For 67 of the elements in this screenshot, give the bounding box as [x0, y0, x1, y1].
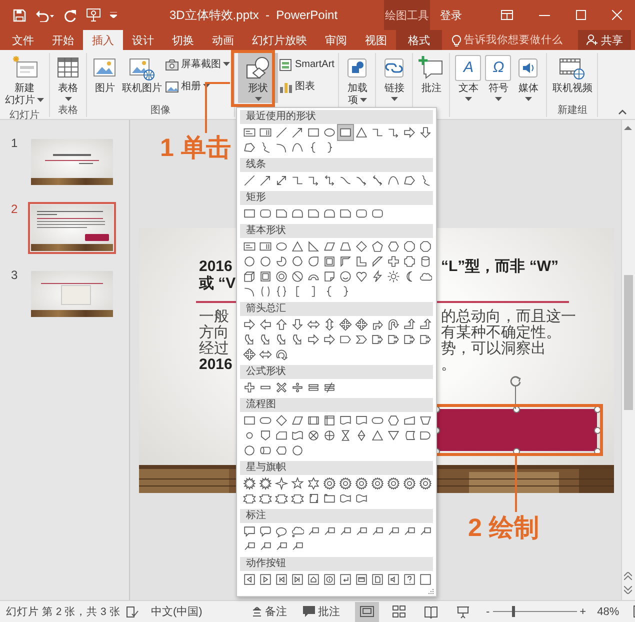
section-header: 基本形状 — [240, 224, 433, 238]
slide-body-text: 方向 — [199, 324, 229, 341]
slide-body-text: 有某种不确定性。 — [441, 324, 561, 341]
ribbon-tab[interactable]: 动画 — [203, 30, 243, 50]
shapes-button[interactable]: 形状 — [238, 53, 278, 103]
new-slide-button[interactable]: 新建 幻灯片 — [3, 53, 46, 109]
screenshot-button[interactable]: 屏幕截图 — [164, 57, 231, 73]
zoom-out-button[interactable]: - — [483, 606, 493, 618]
slide-count-text: 幻灯片 第 2 张，共 3 张 — [6, 604, 122, 618]
section-header: 星与旗帜 — [240, 461, 433, 475]
share-button[interactable]: 共享 — [578, 30, 631, 50]
slide-number: 2 — [10, 202, 19, 216]
link-button[interactable]: 链接 — [379, 53, 410, 103]
context-group-label: 绘图工具 — [384, 0, 430, 30]
zoom-percent-text[interactable]: 48% — [597, 606, 626, 618]
slide-title-text: “L”型，而非 “W” — [441, 258, 558, 275]
ribbon-tab[interactable]: 切换 — [163, 30, 203, 50]
tell-me-field[interactable]: 告诉我你想要做什么 — [452, 30, 570, 50]
section-header: 箭头总汇 — [240, 302, 433, 316]
ribbon-tab[interactable]: 文件 — [3, 30, 43, 50]
language-text[interactable]: 中文(中国) — [151, 604, 249, 619]
group-label: 表格 — [57, 104, 79, 117]
online-picture-button[interactable]: 联机图片 — [120, 53, 164, 97]
section-header: 流程图 — [240, 398, 433, 412]
group-label: 图像 — [150, 104, 172, 117]
section-header: 公式形状 — [240, 365, 433, 379]
online-video-button[interactable]: 联机视频 — [550, 53, 594, 97]
notes-button[interactable]: 备注 — [249, 604, 290, 619]
section-header: 矩形 — [240, 191, 433, 205]
section-header: 最近使用的形状 — [240, 110, 433, 124]
window-title: 3D立体特效.pptx - PowerPoint — [168, 6, 339, 24]
smartart-button[interactable]: SmartArt — [278, 57, 336, 73]
slide-number: 1 — [10, 136, 19, 150]
ribbon-tab[interactable]: 设计 — [123, 30, 163, 50]
picture-button[interactable]: 图片 — [90, 53, 120, 97]
group-label: 新建组 — [556, 104, 588, 117]
slide-body-text: 的总动向，而且这一 — [441, 308, 576, 325]
slide-number: 3 — [10, 268, 19, 282]
slide-body-text: 。 — [441, 356, 456, 373]
ribbon-tab[interactable]: 格式 — [396, 30, 442, 50]
section-header: 动作按钮 — [240, 557, 433, 571]
section-header: 线条 — [240, 158, 433, 172]
slide-body-text: 势，可以洞察出 — [441, 340, 546, 357]
symbol-button[interactable]: Ω 符号 — [483, 53, 514, 103]
text-button[interactable]: A 文本 — [453, 53, 484, 103]
ribbon-tab[interactable]: 幻灯片放映 — [243, 30, 316, 50]
slide-body-text: 经过 — [199, 340, 229, 357]
ribbon-tab[interactable]: 审阅 — [316, 30, 356, 50]
chart-button[interactable]: 图表 — [278, 79, 316, 95]
ribbon-tab[interactable]: 插入 — [83, 30, 123, 50]
step-label: 1 单击 — [160, 134, 231, 162]
slide-title-text: 2016 — [199, 258, 232, 275]
group-label: 幻灯片 — [8, 109, 40, 122]
ribbon-tab[interactable]: 开始 — [43, 30, 83, 50]
slide-body-text: 一般 — [199, 308, 229, 325]
slide-body-text: 2016 — [199, 356, 232, 373]
media-button[interactable]: 媒体 — [513, 53, 544, 103]
album-button[interactable]: 相册 — [164, 79, 211, 95]
section-header: 标注 — [240, 509, 433, 523]
step-label: 2 绘制 — [468, 514, 539, 542]
slide-title-text: 或 “V — [199, 275, 236, 292]
comments-button[interactable]: 批注 — [300, 604, 343, 619]
sign-in-link[interactable]: 登录 — [440, 8, 480, 22]
table-button[interactable]: 表格 — [53, 53, 83, 103]
ribbon-tab[interactable]: 视图 — [356, 30, 396, 50]
comment-button[interactable]: 批注 — [416, 53, 446, 97]
zoom-in-button[interactable]: + — [576, 606, 590, 618]
